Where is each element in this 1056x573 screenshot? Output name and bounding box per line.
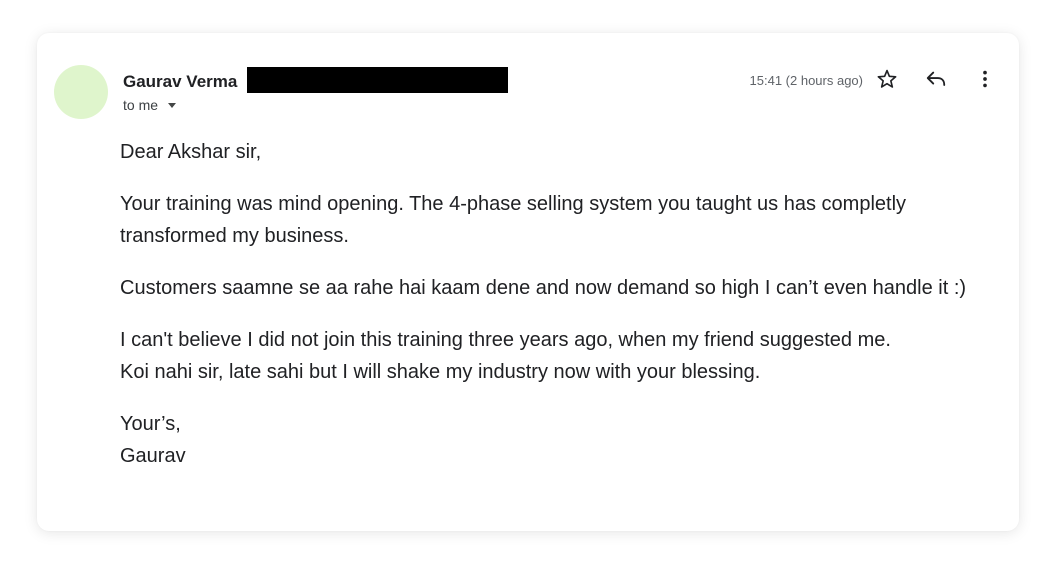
paragraph-line: Koi nahi sir, late sahi but I will shake… xyxy=(120,361,761,383)
greeting-text: Dear Akshar sir, xyxy=(120,141,262,163)
paragraph-line: I can't believe I did not join this trai… xyxy=(120,329,891,351)
redacted-email-address xyxy=(247,67,508,93)
sign-off: Your’s, Gaurav xyxy=(120,408,1000,472)
chevron-down-icon[interactable] xyxy=(165,98,179,112)
paragraph-customer-demand: Customers saamne se aa rahe hai kaam den… xyxy=(120,277,967,299)
more-options-button[interactable] xyxy=(971,67,999,95)
recipient-label: to me xyxy=(123,97,159,113)
star-button[interactable] xyxy=(873,67,901,95)
sender-avatar[interactable] xyxy=(54,65,108,119)
closing-text: Your’s, xyxy=(120,413,181,435)
sender-name[interactable]: Gaurav Verma xyxy=(123,71,237,93)
reply-button[interactable] xyxy=(922,67,950,95)
paragraph-line: Your training was mind opening. The 4-ph… xyxy=(120,193,907,215)
more-vert-icon xyxy=(974,68,996,95)
recipient-details-toggle[interactable]: to me xyxy=(123,96,179,114)
reply-icon xyxy=(925,68,947,95)
paragraph-training-feedback: Your training was mind opening. The 4-ph… xyxy=(120,188,1000,252)
signature-text: Gaurav xyxy=(120,445,186,467)
email-card: Gaurav Verma to me 15:41 (2 hours ago) D… xyxy=(37,33,1019,531)
paragraph-regret: I can't believe I did not join this trai… xyxy=(120,324,1000,388)
message-timestamp: 15:41 (2 hours ago) xyxy=(749,73,863,88)
star-icon xyxy=(876,68,898,95)
paragraph-line: transformed my business. xyxy=(120,225,349,247)
message-body: Dear Akshar sir, Your training was mind … xyxy=(120,136,1000,492)
